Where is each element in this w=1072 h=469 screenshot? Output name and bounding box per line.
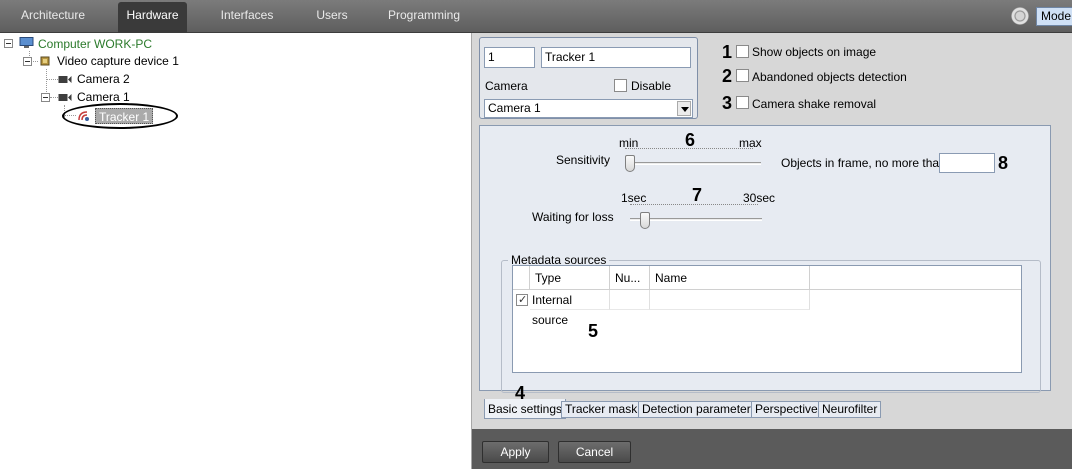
highlight-ellipse — [62, 103, 178, 129]
waiting-slider-track[interactable] — [630, 218, 762, 221]
camera-shake-label: Camera shake removal — [752, 97, 877, 111]
row-type: Internal source — [530, 290, 610, 327]
show-objects-checkbox[interactable] — [736, 45, 749, 58]
camera-select-value: Camera 1 — [488, 101, 541, 115]
top-navigation-bar: Architecture Hardware Interfaces Users P… — [0, 0, 1072, 33]
sensitivity-slider-track[interactable] — [625, 162, 761, 165]
tab-hardware[interactable]: Hardware — [118, 2, 187, 33]
callout-1: 1 — [722, 42, 733, 62]
object-id-field[interactable]: 1 — [484, 47, 535, 68]
tree-node-camera-2[interactable]: Camera 2 — [77, 71, 130, 87]
abandoned-objects-label: Abandoned objects detection — [752, 70, 907, 84]
column-header-type[interactable]: Type — [530, 266, 610, 290]
camera-label: Camera — [485, 79, 528, 93]
show-objects-label: Show objects on image — [752, 45, 877, 59]
collapse-toggle-camera-1[interactable] — [41, 93, 50, 102]
waiting-min-label: 1sec — [621, 191, 647, 205]
waiting-max-label: 30sec — [743, 191, 776, 205]
footer-bar: Apply Cancel — [472, 429, 1072, 469]
camera-select[interactable]: Camera 1 — [484, 99, 693, 118]
column-header-number[interactable]: Nu... — [610, 266, 650, 290]
object-identity-box: 1 Tracker 1 Camera Disable Camera 1 — [479, 37, 698, 119]
tree-node-computer[interactable]: Computer WORK-PC — [38, 36, 152, 52]
mode-selector[interactable]: Mode: — [1036, 7, 1072, 26]
basic-settings-page: min 6 max Sensitivity Objects in frame, … — [479, 125, 1051, 393]
hardware-tree: Computer WORK-PC Video capture device 1 … — [0, 33, 470, 469]
camera-icon — [58, 76, 72, 83]
objects-in-frame-label: Objects in frame, no more than — [781, 156, 946, 170]
callout-7: 7 — [692, 185, 703, 205]
chevron-down-icon[interactable] — [677, 101, 691, 116]
table-header-filler — [810, 266, 1021, 290]
metadata-sources-table: Type Nu... Name Internal source — [512, 265, 1022, 373]
disable-checkbox[interactable] — [614, 79, 627, 92]
settings-panel: 1 Tracker 1 Camera Disable Camera 1 1 Sh… — [471, 33, 1072, 469]
tab-neurofilter[interactable]: Neurofilter — [818, 401, 882, 418]
objects-in-frame-field[interactable] — [939, 153, 995, 173]
callout-6: 6 — [685, 130, 696, 150]
internal-source-checkbox[interactable] — [516, 293, 528, 306]
tree-node-video-capture-device[interactable]: Video capture device 1 — [57, 53, 179, 69]
tab-architecture[interactable]: Architecture — [12, 0, 94, 33]
waiting-label: Waiting for loss — [532, 210, 614, 224]
computer-icon — [19, 37, 34, 48]
disable-label: Disable — [631, 79, 672, 93]
sensitivity-label: Sensitivity — [556, 153, 611, 167]
callout-3: 3 — [722, 93, 733, 113]
tab-tracker-mask[interactable]: Tracker mask — [561, 401, 642, 418]
callout-5: 5 — [588, 321, 599, 341]
apply-button[interactable]: Apply — [482, 441, 549, 463]
callout-8: 8 — [998, 153, 1009, 173]
tab-basic-settings[interactable]: Basic settings — [484, 399, 567, 419]
tab-users[interactable]: Users — [309, 0, 355, 33]
tab-interfaces[interactable]: Interfaces — [213, 0, 281, 33]
column-header-name[interactable]: Name — [650, 266, 810, 290]
app-window: Architecture Hardware Interfaces Users P… — [0, 0, 1072, 469]
gear-icon[interactable] — [1011, 7, 1029, 25]
tab-perspective[interactable]: Perspective — [751, 401, 822, 418]
row-name — [650, 290, 810, 310]
row-number — [610, 290, 650, 310]
collapse-toggle-computer[interactable] — [4, 39, 13, 48]
object-name-field[interactable]: Tracker 1 — [541, 47, 691, 68]
cancel-button[interactable]: Cancel — [558, 441, 631, 463]
camera-icon — [58, 94, 72, 101]
tab-detection-parameters[interactable]: Detection parameters — [638, 401, 761, 418]
chip-icon — [40, 56, 50, 66]
tab-programming[interactable]: Programming — [386, 0, 462, 33]
sensitivity-slider-thumb[interactable] — [625, 155, 635, 172]
waiting-slider-thumb[interactable] — [639, 212, 650, 229]
abandoned-objects-checkbox[interactable] — [736, 69, 749, 82]
callout-2: 2 — [722, 66, 733, 86]
table-header-check — [513, 266, 530, 290]
camera-shake-checkbox[interactable] — [736, 96, 749, 109]
collapse-toggle-device[interactable] — [23, 57, 32, 66]
